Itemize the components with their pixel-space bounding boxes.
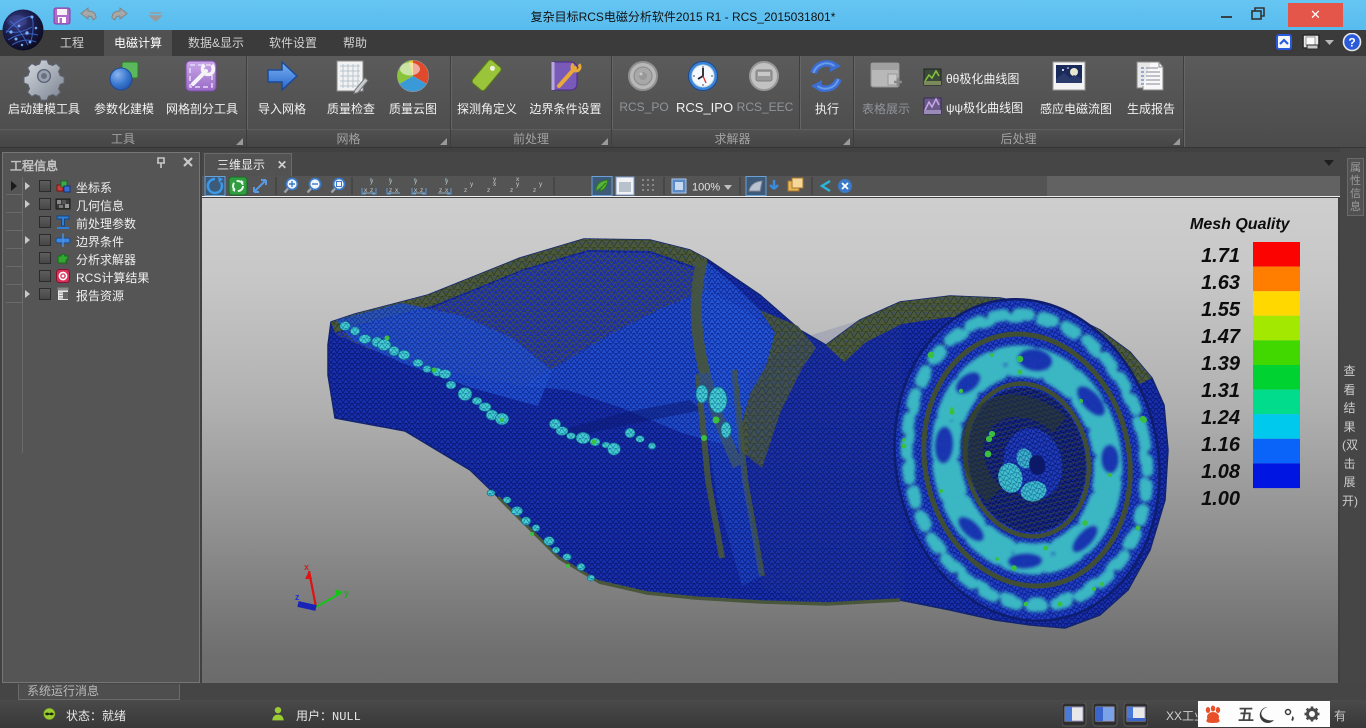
svg-text:z: z bbox=[487, 187, 490, 194]
svg-text:y: y bbox=[539, 181, 543, 188]
svg-text:y: y bbox=[493, 176, 497, 183]
svg-text:Mesh Quality: Mesh Quality bbox=[1190, 216, 1291, 233]
svg-text:z: z bbox=[533, 187, 536, 194]
svg-text:五: 五 bbox=[1238, 707, 1254, 724]
svg-text:1.63: 1.63 bbox=[1201, 272, 1240, 294]
svg-text:1.47: 1.47 bbox=[1201, 326, 1241, 348]
svg-text:y: y bbox=[470, 181, 474, 188]
svg-text:1.71: 1.71 bbox=[1201, 245, 1240, 267]
svg-text:1.31: 1.31 bbox=[1201, 380, 1240, 402]
svg-text:1.55: 1.55 bbox=[1201, 299, 1241, 321]
svg-text:1.16: 1.16 bbox=[1201, 434, 1241, 456]
svg-text:?: ? bbox=[1348, 36, 1355, 50]
svg-text:1.24: 1.24 bbox=[1201, 407, 1240, 429]
svg-text:z: z bbox=[464, 187, 467, 194]
svg-text:y: y bbox=[344, 588, 349, 598]
svg-text:z: z bbox=[295, 592, 300, 602]
svg-text:100%: 100% bbox=[692, 182, 720, 194]
svg-text:1.39: 1.39 bbox=[1201, 353, 1241, 375]
svg-text:1.08: 1.08 bbox=[1201, 461, 1241, 483]
svg-text:z: z bbox=[510, 187, 513, 194]
svg-text:x: x bbox=[304, 562, 309, 572]
svg-text:x: x bbox=[516, 176, 520, 183]
svg-text:1.00: 1.00 bbox=[1201, 488, 1240, 510]
